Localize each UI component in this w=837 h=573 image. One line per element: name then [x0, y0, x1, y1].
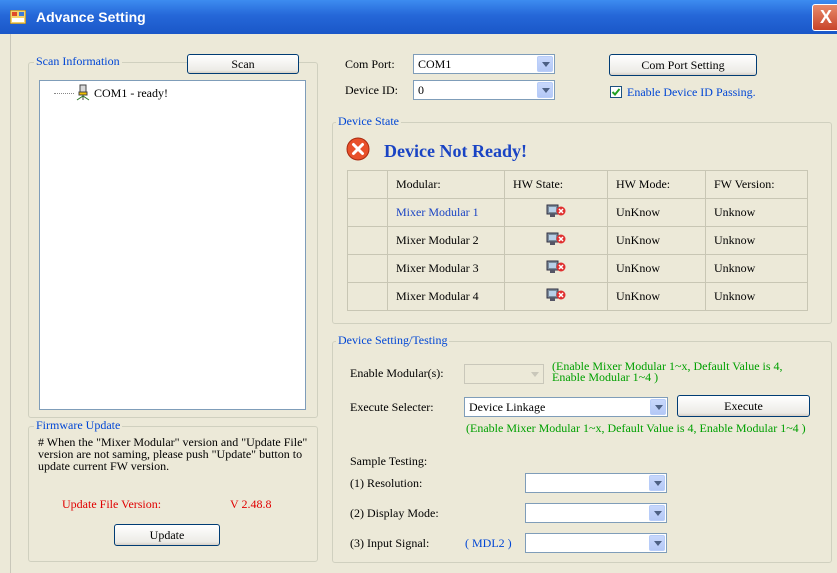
hw-mode-cell: UnKnow [607, 226, 706, 255]
list-item-label: COM1 - ready! [94, 86, 168, 100]
execute-button[interactable]: Execute [677, 395, 810, 417]
firmware-update-label: Firmware Update [34, 418, 123, 433]
device-id-value: 0 [418, 83, 424, 97]
row-header-cell[interactable] [347, 254, 388, 283]
table-header: HW Mode: [607, 170, 706, 199]
firmware-note: # When the "Mixer Modular" version and "… [38, 435, 308, 473]
com-port-icon [76, 84, 90, 101]
input-signal-tag: ( MDL2 ) [465, 536, 512, 550]
chevron-down-icon[interactable] [526, 366, 542, 382]
app-icon [10, 10, 26, 24]
hw-state-cell [504, 198, 608, 227]
com-port-setting-button[interactable]: Com Port Setting [609, 54, 757, 76]
close-button[interactable]: X [812, 4, 837, 31]
title-bar: Advance Setting X [0, 0, 837, 34]
table-row[interactable]: Mixer Modular 4 UnKnow Unknow [347, 282, 808, 311]
resolution-label: (1) Resolution: [350, 476, 423, 490]
modular-cell[interactable]: Mixer Modular 4 [387, 282, 505, 311]
table-header: FW Version: [705, 170, 808, 199]
update-button[interactable]: Update [114, 524, 220, 546]
hw-mode-cell: UnKnow [607, 198, 706, 227]
chevron-down-icon[interactable] [649, 535, 665, 551]
table-header-row: Modular: HW State: HW Mode: FW Version: [347, 170, 808, 199]
hw-state-cell [504, 254, 608, 283]
fw-version-cell: Unknow [705, 282, 808, 311]
device-testing-label: Device Setting/Testing [336, 333, 450, 348]
disconnected-icon [546, 232, 566, 245]
device-status-text: Device Not Ready! [384, 141, 527, 161]
execute-hint: (Enable Mixer Modular 1~x, Default Value… [466, 421, 806, 435]
scan-result-list[interactable]: COM1 - ready! [39, 80, 306, 410]
modular-cell[interactable]: Mixer Modular 1 [387, 198, 505, 227]
scan-information-label: Scan Information [34, 54, 122, 69]
table-row[interactable]: Mixer Modular 2 UnKnow Unknow [347, 226, 808, 255]
execute-selecter-value: Device Linkage [469, 400, 546, 414]
hw-state-cell [504, 226, 608, 255]
hw-state-cell [504, 282, 608, 311]
advance-setting-window: Advance Setting X Scan Information Scan … [0, 0, 837, 573]
table-header-blank [347, 170, 388, 199]
table-row[interactable]: Mixer Modular 1 UnKnow Unknow [347, 198, 808, 227]
device-state-table: Modular: HW State: HW Mode: FW Version: … [347, 170, 808, 311]
fw-version-cell: Unknow [705, 226, 808, 255]
chevron-down-icon[interactable] [649, 505, 665, 521]
com-port-label: Com Port: [345, 57, 395, 71]
fw-version-cell: Unknow [705, 254, 808, 283]
display-mode-label: (2) Display Mode: [350, 506, 439, 520]
enable-device-id-checkbox[interactable] [610, 86, 622, 98]
row-header-cell[interactable] [347, 226, 388, 255]
com-port-select[interactable]: COM1 [413, 54, 555, 74]
enable-modular-hint: (Enable Mixer Modular 1~x, Default Value… [552, 359, 783, 384]
resolution-select[interactable] [525, 473, 667, 493]
enable-modular-label: Enable Modular(s): [350, 366, 444, 380]
execute-selecter-select[interactable]: Device Linkage [464, 397, 668, 417]
chevron-down-icon[interactable] [537, 82, 553, 98]
display-mode-select[interactable] [525, 503, 667, 523]
check-icon [611, 88, 621, 96]
row-header-cell[interactable] [347, 198, 388, 227]
row-header-cell[interactable] [347, 282, 388, 311]
table-header: Modular: [387, 170, 505, 199]
input-signal-label: (3) Input Signal: [350, 536, 430, 550]
chevron-down-icon[interactable] [649, 475, 665, 491]
input-signal-select[interactable] [525, 533, 667, 553]
hw-mode-cell: UnKnow [607, 282, 706, 311]
enable-device-id-label[interactable]: Enable Device ID Passing. [627, 85, 756, 100]
sample-testing-label: Sample Testing: [350, 454, 428, 468]
table-header: HW State: [504, 170, 608, 199]
update-file-version-value: V 2.48.8 [230, 497, 272, 511]
chevron-down-icon[interactable] [537, 56, 553, 72]
fw-version-cell: Unknow [705, 198, 808, 227]
chevron-down-icon[interactable] [650, 399, 666, 415]
modular-cell[interactable]: Mixer Modular 2 [387, 226, 505, 255]
disconnected-icon [546, 204, 566, 217]
table-row[interactable]: Mixer Modular 3 UnKnow Unknow [347, 254, 808, 283]
enable-modular-select[interactable] [464, 364, 544, 384]
disconnected-icon [546, 288, 566, 301]
window-border [10, 34, 11, 573]
window-title: Advance Setting [36, 9, 146, 25]
com-port-value: COM1 [418, 57, 452, 71]
device-id-label: Device ID: [345, 83, 398, 97]
tree-line [54, 93, 74, 94]
hw-mode-cell: UnKnow [607, 254, 706, 283]
device-state-label: Device State [336, 114, 401, 129]
device-id-select[interactable]: 0 [413, 80, 555, 100]
scan-button[interactable]: Scan [187, 54, 299, 74]
update-file-version-label: Update File Version: [62, 497, 162, 511]
error-icon [346, 137, 370, 161]
execute-selecter-label: Execute Selecter: [350, 400, 434, 414]
modular-cell[interactable]: Mixer Modular 3 [387, 254, 505, 283]
disconnected-icon [546, 260, 566, 273]
